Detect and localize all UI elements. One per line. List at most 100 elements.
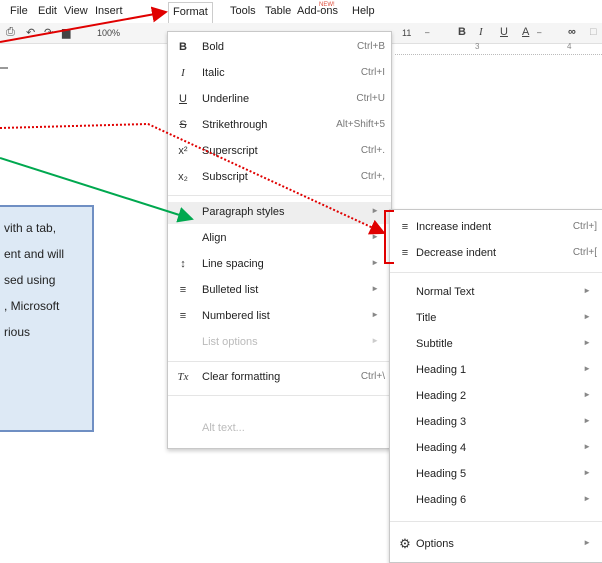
menu-item-label: Line spacing [202, 258, 264, 270]
new-badge: NEW! [319, 2, 335, 8]
menu-item-list-options: List options ► [168, 332, 391, 354]
menu-item-label: Increase indent [416, 221, 492, 233]
submenu-arrow-icon: ► [583, 494, 591, 503]
submenu-item-normal-text[interactable]: Normal Text ► [390, 282, 602, 304]
menu-divider [168, 361, 391, 362]
submenu-arrow-icon: ► [583, 468, 591, 477]
callout-line: ent and will [4, 247, 65, 261]
submenu-arrow-icon: ► [583, 390, 591, 399]
menu-item-label: Clear formatting [202, 371, 281, 383]
menu-item-shortcut: Ctrl+, [360, 171, 385, 182]
format-menu: B Bold Ctrl+B I Italic Ctrl+I U Underlin… [167, 31, 392, 449]
subscript-icon: x₂ [178, 171, 188, 183]
submenu-item-heading-2[interactable]: Heading 2 ► [390, 386, 602, 408]
menu-item-shortcut: Ctrl+] [572, 221, 597, 232]
submenu-arrow-icon: ► [371, 206, 379, 215]
menu-item-label: Decrease indent [416, 247, 497, 259]
menu-item-paragraph-styles[interactable]: Paragraph styles ► [168, 202, 391, 224]
numbered-list-icon: ≡ [179, 310, 187, 322]
menu-item-bulleted-list[interactable]: ≡ Bulleted list ► [168, 280, 391, 302]
menu-item-italic[interactable]: I Italic Ctrl+I [168, 63, 391, 85]
menu-insert[interactable]: Insert [95, 5, 123, 17]
menu-table[interactable]: Table [265, 5, 291, 17]
menu-item-label: List options [202, 336, 258, 348]
menu-item-line-spacing[interactable]: ↕ Line spacing ► [168, 254, 391, 276]
menu-help[interactable]: Help [352, 5, 375, 17]
menu-item-shortcut: Ctrl+\ [360, 371, 385, 382]
redo-icon[interactable]: ↷ [44, 26, 53, 39]
submenu-arrow-icon: ► [371, 258, 379, 267]
bulleted-list-icon: ≡ [179, 284, 187, 296]
bold-button[interactable]: B [458, 26, 466, 38]
menu-addons[interactable]: Add-ons NEW! [297, 2, 338, 17]
submenu-item-heading-3[interactable]: Heading 3 ► [390, 412, 602, 434]
menu-item-bold[interactable]: B Bold Ctrl+B [168, 37, 391, 59]
italic-button[interactable]: I [479, 26, 483, 38]
menu-item-strikethrough[interactable]: S Strikethrough Alt+Shift+5 [168, 115, 391, 137]
submenu-item-increase-indent[interactable]: ≡ Increase indent Ctrl+] [390, 217, 602, 239]
submenu-item-heading-4[interactable]: Heading 4 ► [390, 438, 602, 460]
paragraph-styles-submenu: ≡ Increase indent Ctrl+] ≡ Decrease inde… [389, 209, 602, 563]
zoom-select[interactable]: 100% [97, 28, 120, 38]
menubar: File Edit View Insert Format Tools Table… [0, 0, 602, 24]
comment-icon[interactable]: □ [590, 26, 597, 38]
submenu-item-heading-5[interactable]: Heading 5 ► [390, 464, 602, 486]
menu-item-underline[interactable]: U Underline Ctrl+U [168, 89, 391, 111]
submenu-item-subtitle[interactable]: Subtitle ► [390, 334, 602, 356]
text-color-button[interactable]: A [522, 26, 529, 38]
submenu-arrow-icon: ► [371, 284, 379, 293]
superscript-icon: x² [178, 145, 188, 157]
menu-item-align[interactable]: Align ► [168, 228, 391, 250]
dropdown-icon[interactable]: – [537, 28, 541, 37]
submenu-item-heading-6[interactable]: Heading 6 ► [390, 490, 602, 512]
menu-item-shortcut: Ctrl+U [356, 93, 385, 104]
menu-item-label: Subscript [202, 171, 248, 183]
decrease-indent-icon: ≡ [401, 247, 409, 259]
menu-item-shortcut: Ctrl+B [356, 41, 385, 52]
menu-item-label: Italic [202, 67, 225, 79]
submenu-arrow-icon: ► [371, 232, 379, 241]
underline-button[interactable]: U [500, 26, 508, 38]
menu-file[interactable]: File [10, 5, 28, 17]
menu-item-label: Title [416, 312, 437, 324]
menu-item-label: Heading 2 [416, 390, 467, 402]
increase-indent-icon: ≡ [401, 221, 409, 233]
submenu-item-options[interactable]: ⚙ Options ► [390, 534, 602, 556]
menu-item-label: Heading 4 [416, 442, 467, 454]
submenu-item-decrease-indent[interactable]: ≡ Decrease indent Ctrl+[ [390, 243, 602, 265]
menu-item-label: Underline [202, 93, 250, 105]
menu-item-clear-formatting[interactable]: Tx Clear formatting Ctrl+\ [168, 367, 391, 389]
link-icon[interactable]: ∞ [568, 26, 576, 38]
menu-item-label: Normal Text [416, 286, 475, 298]
ruler-mark: 3 [475, 42, 480, 51]
menu-item-label: Superscript [202, 145, 258, 157]
info-callout: vith a tab, ent and will sed using , Mic… [0, 205, 94, 432]
menu-item-subscript[interactable]: x₂ Subscript Ctrl+, [168, 167, 391, 189]
menu-divider [168, 195, 391, 196]
menu-item-shortcut: Alt+Shift+5 [336, 119, 385, 130]
undo-icon[interactable]: ↶ [26, 26, 35, 39]
menu-item-numbered-list[interactable]: ≡ Numbered list ► [168, 306, 391, 328]
menu-view[interactable]: View [64, 5, 88, 17]
print-icon[interactable]: ⎙ [6, 26, 15, 39]
submenu-arrow-icon: ► [371, 336, 379, 345]
menu-divider [390, 521, 602, 522]
strikethrough-icon: S [179, 119, 187, 131]
gear-icon: ⚙ [399, 536, 411, 551]
paint-format-icon[interactable]: ▆ [62, 26, 70, 39]
menu-format[interactable]: Format [168, 2, 213, 24]
callout-line: , Microsoft [4, 299, 60, 313]
italic-icon: I [181, 67, 185, 79]
menu-item-label: Heading 3 [416, 416, 467, 428]
submenu-item-heading-1[interactable]: Heading 1 ► [390, 360, 602, 382]
menu-item-label: Heading 6 [416, 494, 467, 506]
menu-item-label: Paragraph styles [202, 206, 285, 218]
submenu-item-title[interactable]: Title ► [390, 308, 602, 330]
font-size-select[interactable]: 11 [402, 28, 411, 38]
menu-item-superscript[interactable]: x² Superscript Ctrl+. [168, 141, 391, 163]
menu-edit[interactable]: Edit [38, 5, 57, 17]
callout-line: rious [4, 325, 31, 339]
dropdown-icon[interactable]: – [425, 28, 429, 37]
menu-item-label: Subtitle [416, 338, 453, 350]
menu-tools[interactable]: Tools [230, 5, 256, 17]
